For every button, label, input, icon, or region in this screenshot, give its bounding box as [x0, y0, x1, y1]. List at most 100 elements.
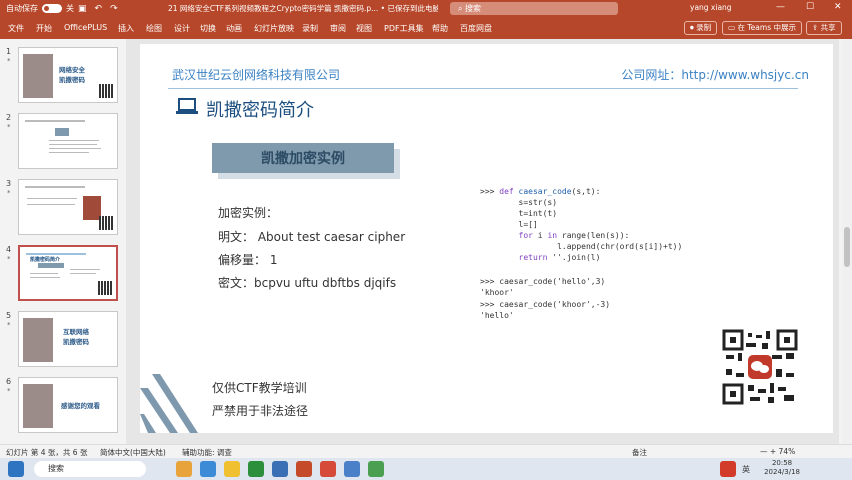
thumbnail-slide-1[interactable]: 网络安全 凯撒密码: [18, 47, 118, 103]
thumb-image: [23, 318, 53, 362]
system-clock[interactable]: 20:58 2024/3/18: [764, 459, 800, 477]
thumbnail-slide-2[interactable]: [18, 113, 118, 169]
scrollbar-thumb[interactable]: [844, 227, 850, 267]
thumb-line: [27, 198, 77, 199]
powerpoint-icon[interactable]: [296, 461, 312, 477]
thumb-text: 凯撒密码简介: [30, 257, 61, 263]
current-slide[interactable]: 武汉世纪云创网络科技有限公司 公司网址：http://www.whsjyc.cn…: [140, 44, 833, 433]
input-method-icon[interactable]: [720, 461, 736, 477]
present-in-teams-button[interactable]: ▭ 在 Teams 中展示: [722, 21, 802, 35]
thumb-number: 5: [6, 311, 12, 320]
thumb-star: *: [7, 189, 11, 197]
tab-review[interactable]: 审阅: [330, 23, 346, 34]
slide-thumbnail-pane: 1 * 网络安全 凯撒密码 2 * 3 * 4 * 凯撒密码简介 5 * 互联网…: [0, 39, 126, 444]
tab-insert[interactable]: 插入: [118, 23, 134, 34]
tab-slideshow[interactable]: 幻灯片放映: [254, 23, 294, 34]
code-line: 'khoor': [480, 288, 514, 297]
thumb-number: 4: [6, 245, 12, 254]
toggle-state: 关: [66, 4, 74, 13]
header-divider: [168, 88, 798, 89]
thumb-qr: [98, 281, 112, 295]
tab-record[interactable]: 录制: [302, 23, 318, 34]
language-indicator[interactable]: 英: [742, 464, 750, 475]
zoom-control[interactable]: — + 74%: [760, 447, 795, 456]
thumb-line: [30, 273, 58, 274]
ribbon-tabs: 文件 开始 OfficePLUS 插入 绘图 设计 切换 动画 幻灯片放映 录制…: [0, 17, 852, 39]
thumb-line: [30, 277, 60, 278]
thumb-star: *: [7, 123, 11, 131]
thumb-text: 感谢您的观看: [61, 402, 100, 410]
share-button[interactable]: ⇪ 共享: [806, 21, 842, 35]
thumbnail-slide-6[interactable]: 感谢您的观看: [18, 377, 118, 433]
title-bar: 自动保存 关 ▣ ↶ ↷ 21 网络安全CTF系列视频教程之Crypto密码学篇…: [0, 0, 852, 17]
maximize-button[interactable]: ☐: [806, 2, 814, 12]
folder-icon[interactable]: [224, 461, 240, 477]
app-icon[interactable]: [272, 461, 288, 477]
tab-pdf-tools[interactable]: PDF工具集: [384, 23, 424, 34]
taskbar-search[interactable]: 搜索: [34, 461, 146, 477]
powerpoint-window: 自动保存 关 ▣ ↶ ↷ 21 网络安全CTF系列视频教程之Crypto密码学篇…: [0, 0, 852, 480]
title-search-box[interactable]: ⌕ 搜索: [450, 2, 618, 15]
decorative-stripes: [140, 374, 198, 433]
thumb-line: [70, 273, 96, 274]
code-line: s=str(s): [480, 198, 558, 207]
thumb-line: [27, 204, 75, 205]
app-icon[interactable]: [320, 461, 336, 477]
offset-line: 偏移量： 1: [218, 253, 278, 267]
minimize-button[interactable]: —: [776, 2, 785, 12]
tab-view[interactable]: 视图: [356, 23, 372, 34]
thumb-number: 3: [6, 179, 12, 188]
accessibility-status[interactable]: 辅助功能: 调查: [182, 447, 232, 458]
thumb-star: *: [7, 387, 11, 395]
thumbnail-slide-4[interactable]: 凯撒密码简介: [18, 245, 118, 301]
code-line: return ''.join(l): [480, 253, 601, 262]
thumb-image: [23, 54, 53, 98]
thumbnail-slide-5[interactable]: 互联网络 凯撒密码: [18, 311, 118, 367]
redo-icon[interactable]: ↷: [110, 4, 118, 14]
file-explorer-icon[interactable]: [176, 461, 192, 477]
record-button[interactable]: ⏺ 录制: [684, 21, 718, 35]
code-line: t=int(t): [480, 209, 558, 218]
save-icon[interactable]: ▣: [78, 4, 87, 14]
thumb-number: 2: [6, 113, 12, 122]
tab-baidu-netdisk[interactable]: 百度网盘: [460, 23, 492, 34]
edge-icon[interactable]: [200, 461, 216, 477]
windows-start-icon[interactable]: [8, 461, 24, 477]
tab-officeplus[interactable]: OfficePLUS: [64, 23, 107, 32]
tab-home[interactable]: 开始: [36, 23, 52, 34]
app-icon[interactable]: [368, 461, 384, 477]
slide-title: 凯撒密码简介: [206, 100, 314, 121]
thumb-qr: [99, 84, 113, 98]
undo-icon[interactable]: ↶: [95, 4, 103, 14]
ciphertext-line: 密文：bcpvu uftu dbftbs djqifs: [218, 276, 397, 290]
tab-design[interactable]: 设计: [174, 23, 190, 34]
tab-transitions[interactable]: 切换: [200, 23, 216, 34]
vertical-scrollbar[interactable]: [842, 39, 852, 444]
footer-line-2: 严禁用于非法途径: [212, 404, 309, 418]
thumb-line: [49, 140, 99, 141]
thumbnail-slide-3[interactable]: [18, 179, 118, 235]
code-line: >>> caesar_code('khoor',-3): [480, 300, 611, 309]
code-line: >>> def caesar_code(s,t):: [480, 187, 601, 196]
app-icon[interactable]: [248, 461, 264, 477]
banner-text: 凯撒加密实例: [261, 151, 345, 167]
windows-taskbar: 搜索 英 20:58 2024/3/18: [0, 458, 852, 480]
thumb-line: [25, 120, 85, 122]
thumb-number: 1: [6, 47, 12, 56]
language-indicator[interactable]: 简体中文(中国大陆): [100, 447, 166, 458]
code-line: 'hello': [480, 311, 514, 320]
tab-draw[interactable]: 绘图: [146, 23, 162, 34]
thumb-line: [26, 253, 86, 255]
tab-file[interactable]: 文件: [8, 23, 24, 34]
notes-button[interactable]: 备注: [632, 447, 647, 458]
app-icon[interactable]: [344, 461, 360, 477]
tab-help[interactable]: 帮助: [432, 23, 448, 34]
autosave-toggle[interactable]: [42, 4, 62, 13]
tab-animations[interactable]: 动画: [226, 23, 242, 34]
thumb-star: *: [7, 321, 11, 329]
thumb-text: 网络安全 凯撒密码: [59, 66, 85, 84]
close-button[interactable]: ✕: [834, 2, 842, 12]
user-name[interactable]: yang xiang: [690, 3, 732, 12]
thumb-line: [70, 269, 100, 270]
plaintext-line: 明文： About test caesar cipher: [218, 230, 406, 244]
